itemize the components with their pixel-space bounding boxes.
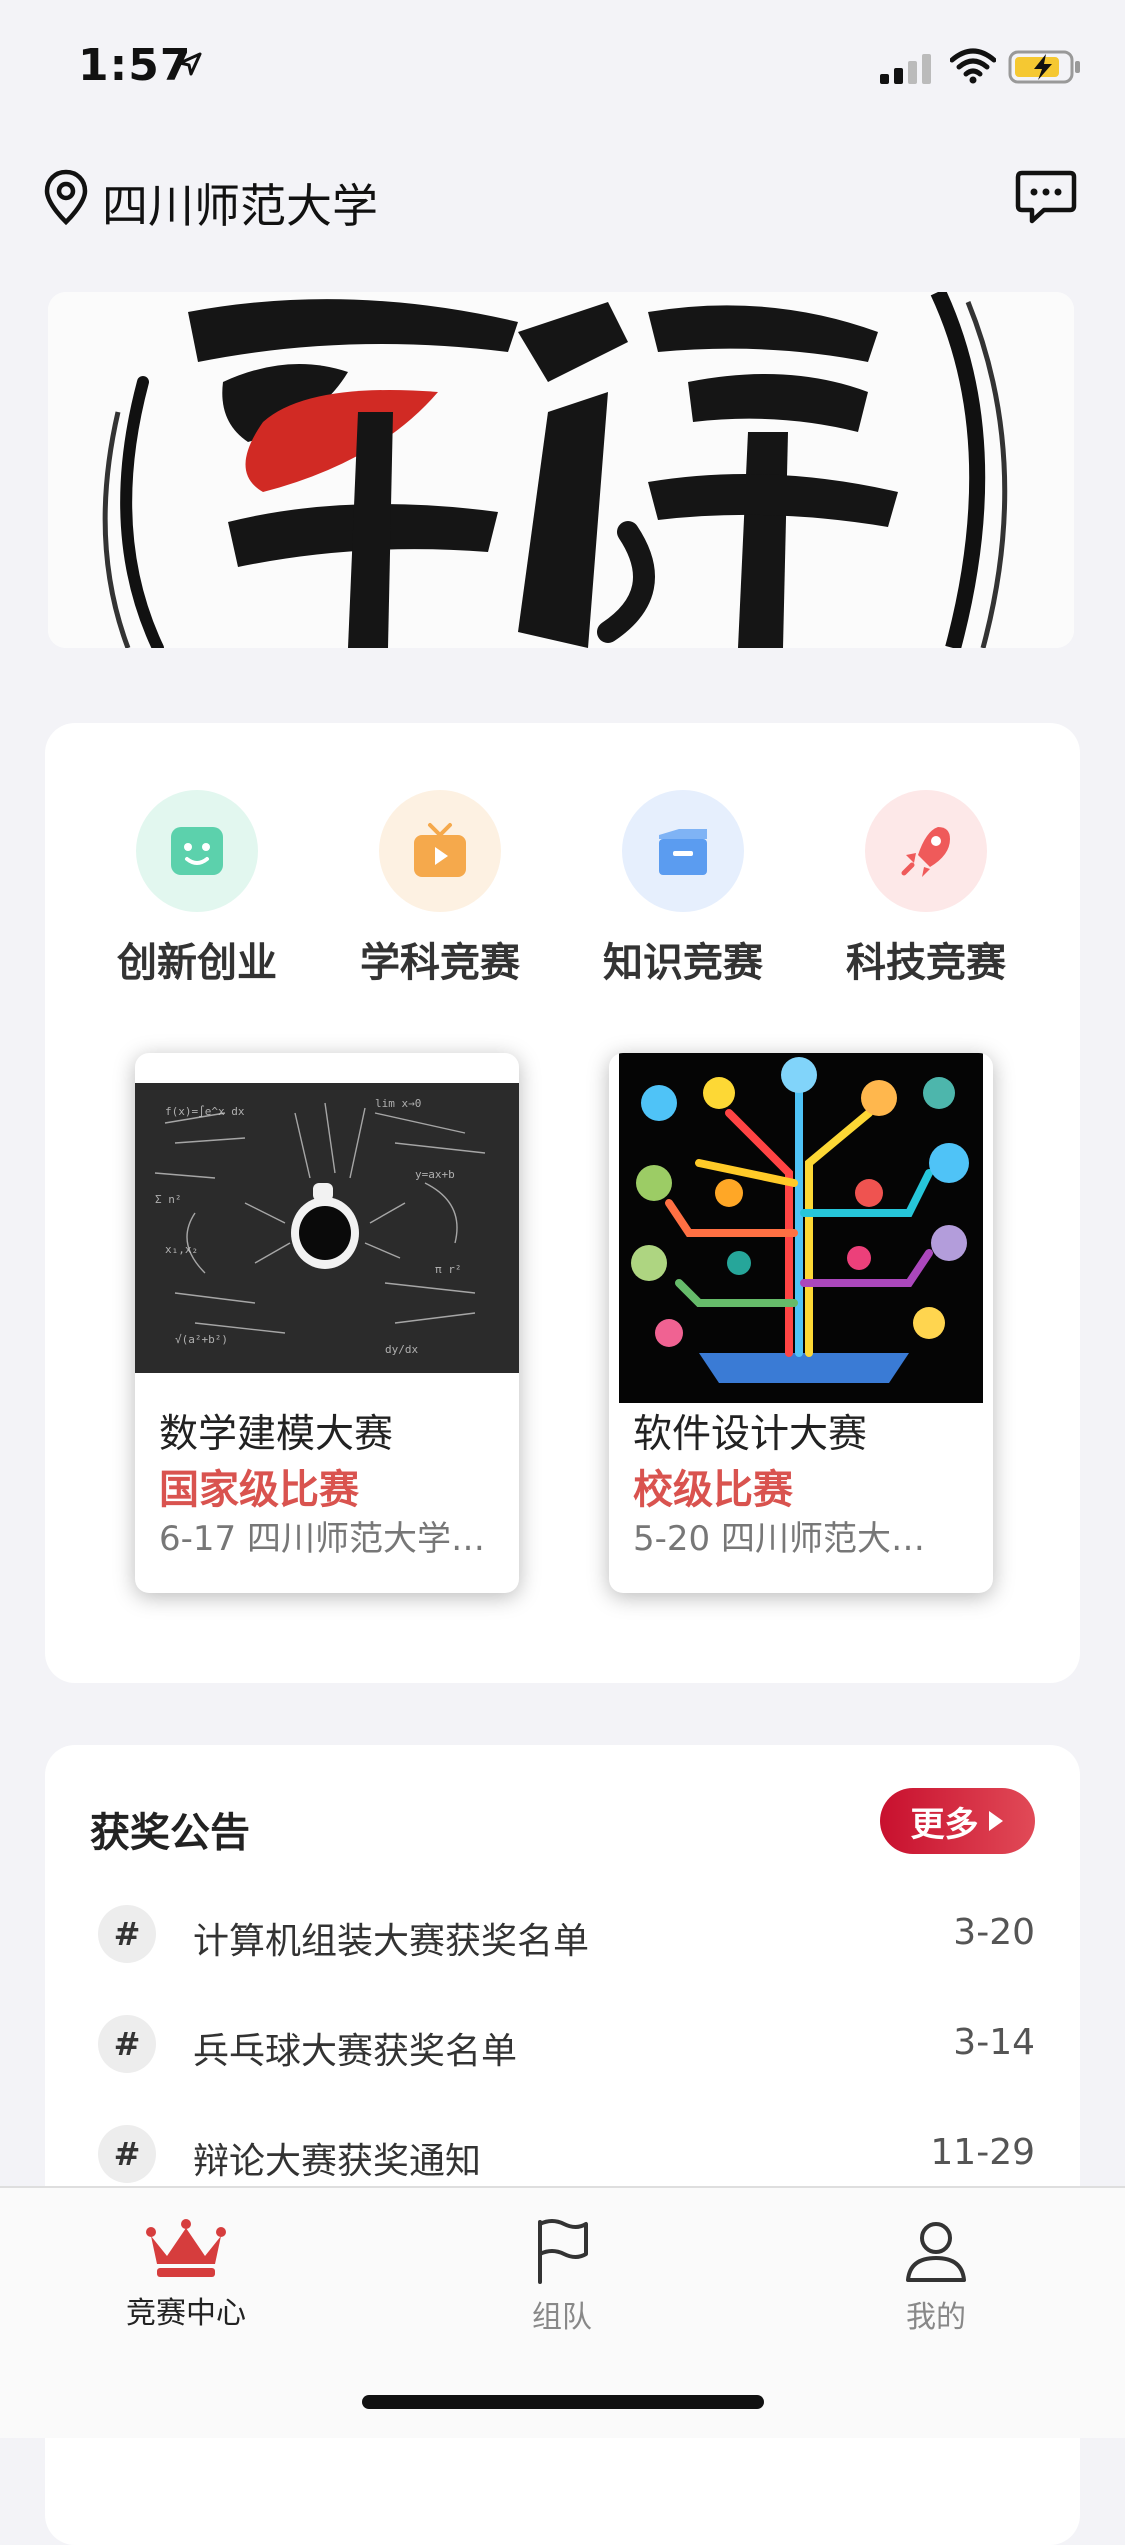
message-icon[interactable] xyxy=(1014,168,1078,228)
robot-icon xyxy=(136,790,258,912)
tab-label: 组队 xyxy=(532,2300,592,2335)
competition-level: 校级比赛 xyxy=(633,1467,793,1513)
news-item[interactable]: # 计算机组装大赛获奖名单 3-20 xyxy=(98,1900,1035,1970)
category-technology[interactable]: 科技竞赛 xyxy=(826,790,1026,988)
flag-icon xyxy=(538,2219,588,2284)
tab-label: 我的 xyxy=(906,2300,966,2335)
competition-meta: 6-17 四川师范大学… xyxy=(159,1519,485,1559)
hash-icon: # xyxy=(98,2125,156,2183)
competition-title: 软件设计大赛 xyxy=(633,1412,868,1457)
svg-text:lim x→0: lim x→0 xyxy=(375,1097,421,1110)
location-pin-icon[interactable] xyxy=(42,168,90,228)
competition-title: 数学建模大赛 xyxy=(159,1412,394,1457)
more-label: 更多 xyxy=(910,1804,979,1845)
news-date: 11-29 xyxy=(930,2132,1035,2173)
competition-level: 国家级比赛 xyxy=(159,1467,359,1513)
news-item[interactable]: # 兵乓球大赛获奖名单 3-14 xyxy=(98,2010,1035,2080)
category-label: 学科竞赛 xyxy=(360,940,520,986)
location-arrow-icon xyxy=(178,52,202,76)
category-innovation[interactable]: 创新创业 xyxy=(97,790,297,988)
news-date: 3-14 xyxy=(953,2022,1035,2063)
category-knowledge[interactable]: 知识竞赛 xyxy=(583,790,783,988)
news-title: 兵乓球大赛获奖名单 xyxy=(193,2031,518,2072)
home-indicator[interactable] xyxy=(362,2395,764,2409)
cellular-signal-icon xyxy=(880,54,931,84)
header: 四川师范大学 xyxy=(0,160,1125,250)
hash-icon: # xyxy=(98,1905,156,1963)
svg-text:√(a²+b²): √(a²+b²) xyxy=(175,1333,228,1346)
competition-item-math-modeling[interactable]: f(x)=∫e^x dx lim x→0 Σ n² y=ax+b √(a²+b²… xyxy=(135,1053,519,1593)
news-title: 计算机组装大赛获奖名单 xyxy=(193,1921,590,1962)
category-subject[interactable]: 学科竞赛 xyxy=(340,790,540,988)
svg-text:y=ax+b: y=ax+b xyxy=(415,1168,455,1181)
tab-me[interactable]: 我的 xyxy=(826,2218,1046,2336)
competition-item-software-design[interactable]: 软件设计大赛 校级比赛 5-20 四川师范大… xyxy=(609,1053,993,1593)
more-button[interactable]: 更多 xyxy=(880,1788,1035,1854)
category-label: 知识竞赛 xyxy=(603,940,763,986)
campus-name[interactable]: 四川师范大学 xyxy=(102,170,378,236)
svg-text:π r²: π r² xyxy=(435,1263,462,1276)
tab-team[interactable]: 组队 xyxy=(452,2218,672,2336)
math-coffee-image: f(x)=∫e^x dx lim x→0 Σ n² y=ax+b √(a²+b²… xyxy=(135,1083,519,1373)
wifi-icon xyxy=(950,48,996,84)
tab-label: 竞赛中心 xyxy=(126,2296,246,2331)
rocket-icon xyxy=(865,790,987,912)
svg-text:f(x)=∫e^x dx: f(x)=∫e^x dx xyxy=(165,1105,245,1118)
banner-carousel[interactable] xyxy=(48,292,1074,648)
tv-icon xyxy=(379,790,501,912)
battery-charging-icon xyxy=(1008,50,1080,84)
box-icon xyxy=(622,790,744,912)
competition-meta: 5-20 四川师范大… xyxy=(633,1519,925,1559)
tech-tree-image xyxy=(619,1053,983,1403)
banner-calligraphy-image xyxy=(48,292,1074,648)
category-label: 科技竞赛 xyxy=(846,940,1006,986)
status-time: 1:57 xyxy=(78,40,192,91)
news-title: 辩论大赛获奖通知 xyxy=(193,2141,482,2182)
category-label: 创新创业 xyxy=(117,940,277,986)
svg-text:x₁,x₂: x₁,x₂ xyxy=(165,1243,198,1256)
section-title: 获奖公告 xyxy=(90,1810,250,1856)
svg-text:dy/dx: dy/dx xyxy=(385,1343,418,1356)
hash-icon: # xyxy=(98,2015,156,2073)
user-icon xyxy=(906,2222,966,2282)
svg-text:Σ n²: Σ n² xyxy=(155,1193,182,1206)
status-bar: 1:57 xyxy=(0,0,1125,130)
tab-competition-center[interactable]: 竞赛中心 xyxy=(76,2218,296,2332)
news-date: 3-20 xyxy=(953,1912,1035,1953)
play-arrow-icon xyxy=(988,1811,1003,1831)
news-item[interactable]: # 辩论大赛获奖通知 11-29 xyxy=(98,2120,1035,2190)
crown-icon xyxy=(146,2219,226,2277)
